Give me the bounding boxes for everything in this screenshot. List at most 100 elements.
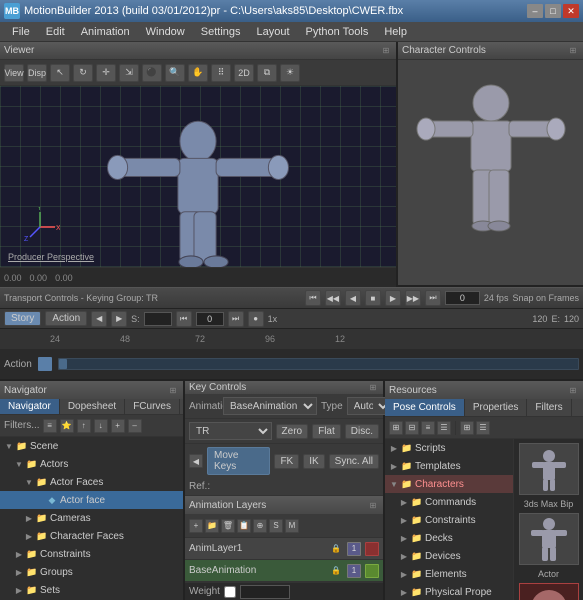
filter-btn2[interactable]: ⭐: [60, 419, 74, 433]
menu-python-tools[interactable]: Python Tools: [298, 24, 377, 40]
story-rewind[interactable]: ⏮: [176, 311, 192, 327]
timeline-track[interactable]: Action: [0, 349, 583, 379]
zoom-btn[interactable]: 🔍: [165, 64, 185, 82]
viewer-expand[interactable]: ⊞: [380, 45, 392, 57]
tab-dopesheet[interactable]: Dopesheet: [60, 399, 125, 414]
story-record[interactable]: ●: [248, 311, 264, 327]
s-value-input[interactable]: 0: [144, 312, 172, 326]
transport-play[interactable]: ▶: [385, 290, 401, 306]
flat-btn[interactable]: Flat: [312, 424, 341, 439]
ik-btn[interactable]: IK: [303, 454, 324, 469]
filter-btn4[interactable]: ↓: [94, 419, 108, 433]
transport-prev[interactable]: ◀: [345, 290, 361, 306]
close-button[interactable]: ✕: [563, 4, 579, 18]
story-prev[interactable]: ◀: [91, 311, 107, 327]
layer2-visibility[interactable]: 1: [347, 564, 361, 578]
menu-file[interactable]: File: [4, 24, 38, 40]
res-physical[interactable]: ▶ 📁 Physical Prope: [385, 583, 513, 600]
disp-btn[interactable]: Disp: [27, 64, 47, 82]
res-view4[interactable]: ☰: [437, 421, 451, 435]
res-devices[interactable]: ▶ 📁 Devices: [385, 547, 513, 565]
fx-btn[interactable]: ⧉: [257, 64, 277, 82]
res-view1[interactable]: ⊞: [389, 421, 403, 435]
transport-next[interactable]: ▶▶: [405, 290, 421, 306]
res-elements[interactable]: ▶ 📁 Elements: [385, 565, 513, 583]
layer-folder-btn[interactable]: 📁: [205, 519, 219, 533]
move-tool[interactable]: ✛: [96, 64, 116, 82]
layer-copy-btn[interactable]: 📋: [237, 519, 251, 533]
animation-select[interactable]: BaseAnimation: [223, 397, 317, 415]
fk-btn[interactable]: FK: [274, 454, 299, 469]
weight-checkbox[interactable]: [224, 586, 236, 598]
layer-mute-btn[interactable]: M: [285, 519, 299, 533]
tree-scene[interactable]: ▼ 📁 Scene: [0, 437, 183, 455]
res-constraints[interactable]: ▶ 📁 Constraints: [385, 511, 513, 529]
tree-constraints[interactable]: ▶ 📁 Constraints: [0, 545, 183, 563]
menu-help[interactable]: Help: [376, 24, 415, 40]
menu-edit[interactable]: Edit: [38, 24, 73, 40]
key-controls-expand[interactable]: ⊞: [367, 382, 379, 394]
layer-animlayer1[interactable]: AnimLayer1 🔒 1: [185, 538, 383, 560]
layer-solo-btn[interactable]: S: [269, 519, 283, 533]
tab-fcurves[interactable]: FCurves: [125, 399, 180, 414]
layer-base-animation[interactable]: BaseAnimation 🔒 1: [185, 560, 383, 582]
menu-settings[interactable]: Settings: [193, 24, 249, 40]
navigator-expand[interactable]: ⊞: [167, 384, 179, 396]
prev-key-btn[interactable]: ◀: [189, 454, 203, 468]
minimize-button[interactable]: –: [527, 4, 543, 18]
timeline-ruler[interactable]: 24 48 72 96 12: [0, 329, 583, 349]
transport-to-start[interactable]: ⏮: [305, 290, 321, 306]
transport-next-key[interactable]: ⏭: [425, 290, 441, 306]
scale-tool[interactable]: ⇲: [119, 64, 139, 82]
pan-btn[interactable]: ✋: [188, 64, 208, 82]
res-commands[interactable]: ▶ 📁 Commands: [385, 493, 513, 511]
char-controls-expand[interactable]: ⊞: [567, 45, 579, 57]
camera-btn[interactable]: ⚫: [142, 64, 162, 82]
res-list1[interactable]: ⊞: [460, 421, 474, 435]
light-btn[interactable]: ☀: [280, 64, 300, 82]
move-keys-label[interactable]: Move Keys: [207, 447, 270, 475]
story-next[interactable]: ▶: [111, 311, 127, 327]
tab-navigator[interactable]: Navigator: [0, 399, 60, 414]
rotate-tool[interactable]: ↻: [73, 64, 93, 82]
tree-char-faces[interactable]: ▶ 📁 Character Faces: [0, 527, 183, 545]
filter-btn3[interactable]: ↑: [77, 419, 91, 433]
menu-window[interactable]: Window: [138, 24, 193, 40]
layer-delete-btn[interactable]: 🗑: [221, 519, 235, 533]
preview-3ds-max[interactable]: [519, 443, 579, 495]
res-templates[interactable]: ▶ 📁 Templates: [385, 457, 513, 475]
transport-frame-input[interactable]: [445, 291, 480, 305]
story-ff[interactable]: ⏭: [228, 311, 244, 327]
filter-btn1[interactable]: ≡: [43, 419, 57, 433]
filter-btn6[interactable]: –: [128, 419, 142, 433]
menu-animation[interactable]: Animation: [73, 24, 138, 40]
tab-filters[interactable]: Filters: [527, 399, 571, 416]
tab-pose-controls[interactable]: Pose Controls: [385, 399, 465, 416]
weight-input[interactable]: 100.00: [240, 585, 290, 599]
layer1-visibility[interactable]: 1: [347, 542, 361, 556]
layer-add-btn[interactable]: +: [189, 519, 203, 533]
filter-btn5[interactable]: +: [111, 419, 125, 433]
viewer-canvas[interactable]: Producer Perspective X Y Z: [0, 86, 396, 267]
resources-expand[interactable]: ⊞: [567, 384, 579, 396]
res-view3[interactable]: ≡: [421, 421, 435, 435]
tab-properties[interactable]: Properties: [465, 399, 528, 416]
maximize-button[interactable]: □: [545, 4, 561, 18]
select-tool[interactable]: ↖: [50, 64, 70, 82]
sync-all-btn[interactable]: Sync. All: [329, 454, 379, 469]
dots-btn[interactable]: ⠿: [211, 64, 231, 82]
res-list2[interactable]: ☰: [476, 421, 490, 435]
tree-actors[interactable]: ▼ 📁 Actors: [0, 455, 183, 473]
res-scripts[interactable]: ▶ 📁 Scripts: [385, 439, 513, 457]
tr-select[interactable]: TR: [189, 422, 272, 440]
res-decks[interactable]: ▶ 📁 Decks: [385, 529, 513, 547]
preview-actor-face[interactable]: [519, 583, 579, 600]
transport-stop[interactable]: ■: [365, 290, 381, 306]
action-tab[interactable]: Action: [45, 311, 87, 326]
transport-prev-key[interactable]: ◀◀: [325, 290, 341, 306]
tree-cameras[interactable]: ▶ 📁 Cameras: [0, 509, 183, 527]
res-view2[interactable]: ⊟: [405, 421, 419, 435]
anim-layers-expand[interactable]: ⊞: [367, 499, 379, 511]
view-btn[interactable]: View: [4, 64, 24, 82]
tree-actor-faces[interactable]: ▼ 📁 Actor Faces: [0, 473, 183, 491]
